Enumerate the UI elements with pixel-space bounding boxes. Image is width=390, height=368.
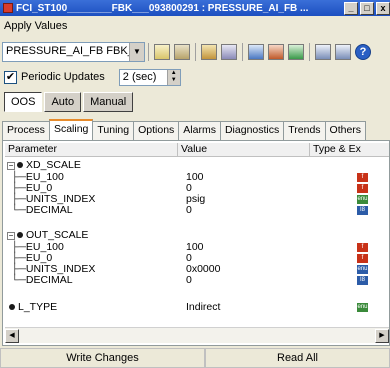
toolbar: PRESSURE_AI_FB FBK__ ▼ ?: [0, 40, 390, 64]
int-icon: I8: [357, 276, 368, 285]
float-icon: f: [357, 173, 368, 182]
tree-branch: └─: [11, 274, 26, 286]
list-view-icon[interactable]: [315, 44, 331, 60]
param-name: DECIMAL: [25, 274, 73, 286]
periodic-updates-label[interactable]: Periodic Updates: [21, 71, 105, 83]
mode-auto-button[interactable]: Auto: [44, 92, 82, 112]
toolbar-separator: [242, 43, 243, 61]
group-name: XD_SCALE: [26, 159, 81, 171]
column-header-parameter[interactable]: Parameter: [5, 143, 178, 156]
tab-process[interactable]: Process: [2, 121, 50, 140]
folder-icon[interactable]: [201, 44, 217, 60]
detail-view-icon[interactable]: [335, 44, 351, 60]
write-changes-button[interactable]: Write Changes: [0, 348, 205, 368]
save-icon[interactable]: [174, 44, 190, 60]
tab-scaling[interactable]: Scaling: [48, 119, 94, 140]
fbk-window: FCI_ST100________FBK___093800291 : PRESS…: [0, 0, 390, 368]
enum-icon: enu: [357, 303, 368, 312]
update-interval-value: 2 (sec): [122, 70, 157, 83]
mode-oos-button[interactable]: OOS: [4, 92, 43, 112]
mode-manual-button[interactable]: Manual: [83, 92, 134, 112]
group-dot-icon: [17, 162, 23, 168]
column-header-value[interactable]: Value: [178, 143, 310, 156]
column-header-type[interactable]: Type & Ex: [310, 143, 389, 156]
param-value[interactable]: Indirect: [186, 302, 220, 313]
group-dot-icon: [17, 232, 23, 238]
group-name: OUT_SCALE: [26, 229, 89, 241]
menu-bar: Apply Values: [0, 17, 390, 35]
tab-trends[interactable]: Trends: [283, 121, 326, 140]
enum-icon: enu: [357, 265, 368, 274]
scroll-right-icon[interactable]: ▶: [375, 329, 389, 343]
toolbar-separator: [309, 43, 310, 61]
block-select-value: PRESSURE_AI_FB FBK__: [6, 45, 140, 57]
read-all-button[interactable]: Read All: [205, 348, 390, 368]
param-row[interactable]: ├─EU_100 100 f: [7, 242, 387, 253]
param-row[interactable]: ├─EU_100 100 f: [7, 172, 387, 183]
footer-buttons: Write Changes Read All: [0, 348, 390, 368]
toolbar-separator: [195, 43, 196, 61]
periodic-updates: ✔ Periodic Updates 2 (sec) ▲ ▼: [4, 68, 181, 86]
tree-branch: └─: [11, 204, 26, 216]
download-icon[interactable]: [248, 44, 264, 60]
param-name: DECIMAL: [25, 204, 73, 216]
float-icon: f: [357, 254, 368, 263]
toolbar-separator: [148, 43, 149, 61]
horizontal-scrollbar[interactable]: ◀ ▶: [5, 327, 389, 343]
compare-icon[interactable]: [288, 44, 304, 60]
param-row[interactable]: L_TYPE Indirect enu: [7, 302, 387, 313]
param-name: L_TYPE: [18, 301, 58, 313]
tree-group-row[interactable]: − XD_SCALE: [7, 160, 387, 171]
param-value[interactable]: 0: [186, 275, 192, 286]
update-interval-spinner[interactable]: 2 (sec) ▲ ▼: [118, 68, 181, 86]
app-icon: [3, 3, 13, 13]
help-icon[interactable]: ?: [355, 44, 371, 60]
edit-icon[interactable]: [154, 44, 170, 60]
param-value[interactable]: 0: [186, 205, 192, 216]
collapse-icon[interactable]: −: [7, 162, 15, 170]
tab-alarms[interactable]: Alarms: [178, 121, 221, 140]
tab-diagnostics[interactable]: Diagnostics: [219, 121, 285, 140]
int-icon: I8: [357, 206, 368, 215]
tab-others[interactable]: Others: [324, 121, 367, 140]
tab-tuning[interactable]: Tuning: [92, 121, 135, 140]
chevron-down-icon[interactable]: ▼: [129, 43, 144, 61]
window-title: FCI_ST100________FBK___093800291 : PRESS…: [16, 2, 309, 14]
tree-group-row[interactable]: − OUT_SCALE: [7, 230, 387, 241]
title-bar: FCI_ST100________FBK___093800291 : PRESS…: [0, 0, 390, 16]
menu-apply-values[interactable]: Apply Values: [0, 17, 71, 35]
device-icon[interactable]: [221, 44, 237, 60]
param-row[interactable]: └─DECIMAL 0 I8: [7, 275, 387, 286]
spinner-arrows-icon[interactable]: ▲ ▼: [166, 69, 180, 85]
float-icon: f: [357, 184, 368, 193]
periodic-updates-checkbox[interactable]: ✔: [4, 70, 17, 84]
param-row[interactable]: └─DECIMAL 0 I8: [7, 205, 387, 216]
block-select[interactable]: PRESSURE_AI_FB FBK__ ▼: [2, 42, 145, 62]
maximize-button[interactable]: □: [360, 1, 374, 15]
scroll-left-icon[interactable]: ◀: [5, 329, 19, 343]
tab-strip: Process Scaling Tuning Options Alarms Di…: [2, 119, 367, 140]
mode-buttons: OOS Auto Manual: [4, 92, 135, 112]
close-button[interactable]: x: [376, 1, 390, 15]
tab-options[interactable]: Options: [133, 121, 180, 140]
upload-icon[interactable]: [268, 44, 284, 60]
param-dot-icon: [9, 304, 15, 310]
scaling-panel: Parameter Value Type & Ex − XD_SCALE ├─EU…: [2, 140, 390, 346]
grid-header: Parameter Value Type & Ex: [5, 143, 389, 157]
collapse-icon[interactable]: −: [7, 232, 15, 240]
enum-icon: enu: [357, 195, 368, 204]
float-icon: f: [357, 243, 368, 252]
minimize-button[interactable]: _: [344, 1, 358, 15]
